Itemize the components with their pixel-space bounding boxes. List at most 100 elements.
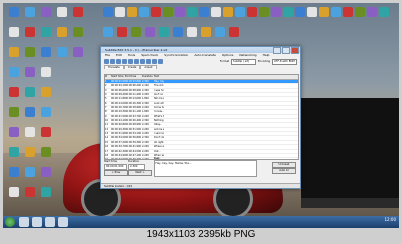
desktop-shortcut-icon[interactable] bbox=[379, 7, 389, 17]
video-player-window[interactable] bbox=[301, 98, 399, 208]
desktop-shortcut-icon[interactable] bbox=[9, 107, 19, 117]
find-icon[interactable] bbox=[128, 59, 133, 64]
desktop-shortcut-icon[interactable] bbox=[9, 147, 19, 157]
desktop-shortcut-icon[interactable] bbox=[9, 167, 19, 177]
visual-sync-icon[interactable] bbox=[140, 59, 145, 64]
desktop-shortcut-icon[interactable] bbox=[127, 7, 137, 17]
desktop-shortcut-icon[interactable] bbox=[41, 87, 51, 97]
taskbar-explorer-icon[interactable] bbox=[19, 217, 29, 227]
desktop-shortcut-icon[interactable] bbox=[201, 27, 211, 37]
subtitle-list-body[interactable]: 100:00:01,50000:00:03,8002,300Hey, hey, … bbox=[105, 80, 298, 159]
desktop-shortcut-icon[interactable] bbox=[41, 67, 51, 77]
desktop-shortcut-icon[interactable] bbox=[25, 187, 35, 197]
desktop-shortcut-icon[interactable] bbox=[57, 7, 67, 17]
subtitle-edit-window[interactable]: Subtitle Edit 3.5.1 - C:\...\Transcriber… bbox=[100, 46, 301, 189]
desktop-shortcut-icon[interactable] bbox=[25, 87, 35, 97]
save-file-icon[interactable] bbox=[116, 59, 121, 64]
desktop-shortcut-icon[interactable] bbox=[25, 147, 35, 157]
menu-options[interactable]: Options bbox=[222, 53, 234, 58]
taskbar-media-icon[interactable] bbox=[45, 217, 55, 227]
replace-icon[interactable] bbox=[134, 59, 139, 64]
desktop-shortcut-icon[interactable] bbox=[9, 127, 19, 137]
desktop-shortcut-icon[interactable] bbox=[9, 7, 19, 17]
tab-adjust[interactable]: Adjust bbox=[140, 65, 157, 69]
desktop-shortcut-icon[interactable] bbox=[73, 47, 83, 57]
subtitle-list[interactable]: # Start time End time Duration Text 1 00:00:0… bbox=[104, 74, 299, 160]
maximize-button[interactable] bbox=[282, 47, 290, 54]
column-header[interactable]: Text bbox=[154, 75, 164, 79]
menu-synchronization[interactable]: Synchronization bbox=[164, 53, 188, 58]
desktop-shortcut-icon[interactable] bbox=[367, 7, 377, 17]
desktop-shortcut-icon[interactable] bbox=[41, 7, 51, 17]
desktop-shortcut-icon[interactable] bbox=[9, 27, 19, 37]
desktop-shortcut-icon[interactable] bbox=[9, 47, 19, 57]
encoding-select[interactable]: UTF-8 with BOM bbox=[272, 58, 297, 65]
desktop-shortcut-icon[interactable] bbox=[211, 7, 221, 17]
desktop-shortcut-icon[interactable] bbox=[343, 7, 353, 17]
column-header[interactable]: End time bbox=[125, 75, 142, 79]
desktop-shortcut-icon[interactable] bbox=[159, 27, 169, 37]
desktop-shortcut-icon[interactable] bbox=[319, 7, 329, 17]
desktop-shortcut-icon[interactable] bbox=[247, 7, 257, 17]
menu-help[interactable]: Help bbox=[263, 53, 270, 58]
desktop-shortcut-icon[interactable] bbox=[41, 27, 51, 37]
menu-edit[interactable]: Edit bbox=[116, 53, 122, 58]
taskbar-app-icon[interactable] bbox=[58, 217, 68, 227]
open-file-icon[interactable] bbox=[110, 59, 115, 64]
desktop-shortcut-icon[interactable] bbox=[117, 27, 127, 37]
menu-networking[interactable]: Networking bbox=[239, 53, 256, 58]
desktop-shortcut-icon[interactable] bbox=[259, 7, 269, 17]
desktop-shortcut-icon[interactable] bbox=[355, 7, 365, 17]
desktop-shortcut-icon[interactable] bbox=[139, 7, 149, 17]
desktop-shortcut-icon[interactable] bbox=[295, 7, 305, 17]
window-titlebar[interactable]: Subtitle Edit 3.5.1 - C:\...\Transcriber… bbox=[101, 47, 300, 54]
desktop-shortcut-icon[interactable] bbox=[115, 7, 125, 17]
desktop-shortcut-icon[interactable] bbox=[73, 27, 83, 37]
desktop-shortcut-icon[interactable] bbox=[41, 167, 51, 177]
menu-tools[interactable]: Tools bbox=[128, 53, 135, 58]
column-header[interactable]: Start time bbox=[111, 75, 125, 79]
desktop-shortcut-icon[interactable] bbox=[41, 187, 51, 197]
settings-icon[interactable] bbox=[152, 59, 157, 64]
desktop-shortcut-icon[interactable] bbox=[235, 7, 245, 17]
desktop-shortcut-icon[interactable] bbox=[229, 27, 239, 37]
desktop-shortcut-icon[interactable] bbox=[25, 27, 35, 37]
menu-spell-check[interactable]: Spell check bbox=[141, 53, 158, 58]
desktop-shortcut-icon[interactable] bbox=[173, 27, 183, 37]
desktop-shortcut-icon[interactable] bbox=[145, 27, 155, 37]
desktop-shortcut-icon[interactable] bbox=[41, 107, 51, 117]
desktop-shortcut-icon[interactable] bbox=[223, 7, 233, 17]
desktop-shortcut-icon[interactable] bbox=[25, 67, 35, 77]
desktop-shortcut-icon[interactable] bbox=[9, 87, 19, 97]
column-header[interactable]: Duration bbox=[142, 75, 154, 79]
desktop-shortcut-icon[interactable] bbox=[331, 7, 341, 17]
new-file-icon[interactable] bbox=[104, 59, 109, 64]
desktop-shortcut-icon[interactable] bbox=[131, 27, 141, 37]
video-controls-bar[interactable] bbox=[301, 198, 399, 208]
menu-auto-translate[interactable]: Auto-translate bbox=[194, 53, 216, 58]
desktop-shortcut-icon[interactable] bbox=[175, 7, 185, 17]
desktop-shortcut-icon[interactable] bbox=[25, 7, 35, 17]
desktop-shortcut-icon[interactable] bbox=[25, 127, 35, 137]
desktop-shortcut-icon[interactable] bbox=[103, 7, 113, 17]
desktop-shortcut-icon[interactable] bbox=[215, 27, 225, 37]
desktop-shortcut-icon[interactable] bbox=[41, 127, 51, 137]
desktop-shortcut-icon[interactable] bbox=[151, 7, 161, 17]
desktop-shortcut-icon[interactable] bbox=[57, 27, 67, 37]
desktop-shortcut-icon[interactable] bbox=[187, 7, 197, 17]
format-select[interactable]: SubRip (.srt) bbox=[231, 58, 257, 65]
desktop-shortcut-icon[interactable] bbox=[57, 47, 67, 57]
tab-create[interactable]: Create bbox=[123, 65, 141, 69]
desktop-shortcut-icon[interactable] bbox=[9, 187, 19, 197]
save-as-icon[interactable] bbox=[122, 59, 127, 64]
help-icon[interactable] bbox=[158, 59, 163, 64]
desktop-shortcut-icon[interactable] bbox=[9, 67, 19, 77]
subtitle-text-editor[interactable]: Hey, hey, hey, Mama, the... bbox=[154, 160, 257, 177]
taskbar-browser-icon[interactable] bbox=[32, 217, 42, 227]
desktop-shortcut-icon[interactable] bbox=[73, 7, 83, 17]
desktop-shortcut-icon[interactable] bbox=[283, 7, 293, 17]
desktop-shortcut-icon[interactable] bbox=[25, 107, 35, 117]
next-button[interactable]: Next > bbox=[128, 170, 152, 176]
start-button[interactable] bbox=[5, 217, 15, 227]
desktop-shortcut-icon[interactable] bbox=[307, 7, 317, 17]
